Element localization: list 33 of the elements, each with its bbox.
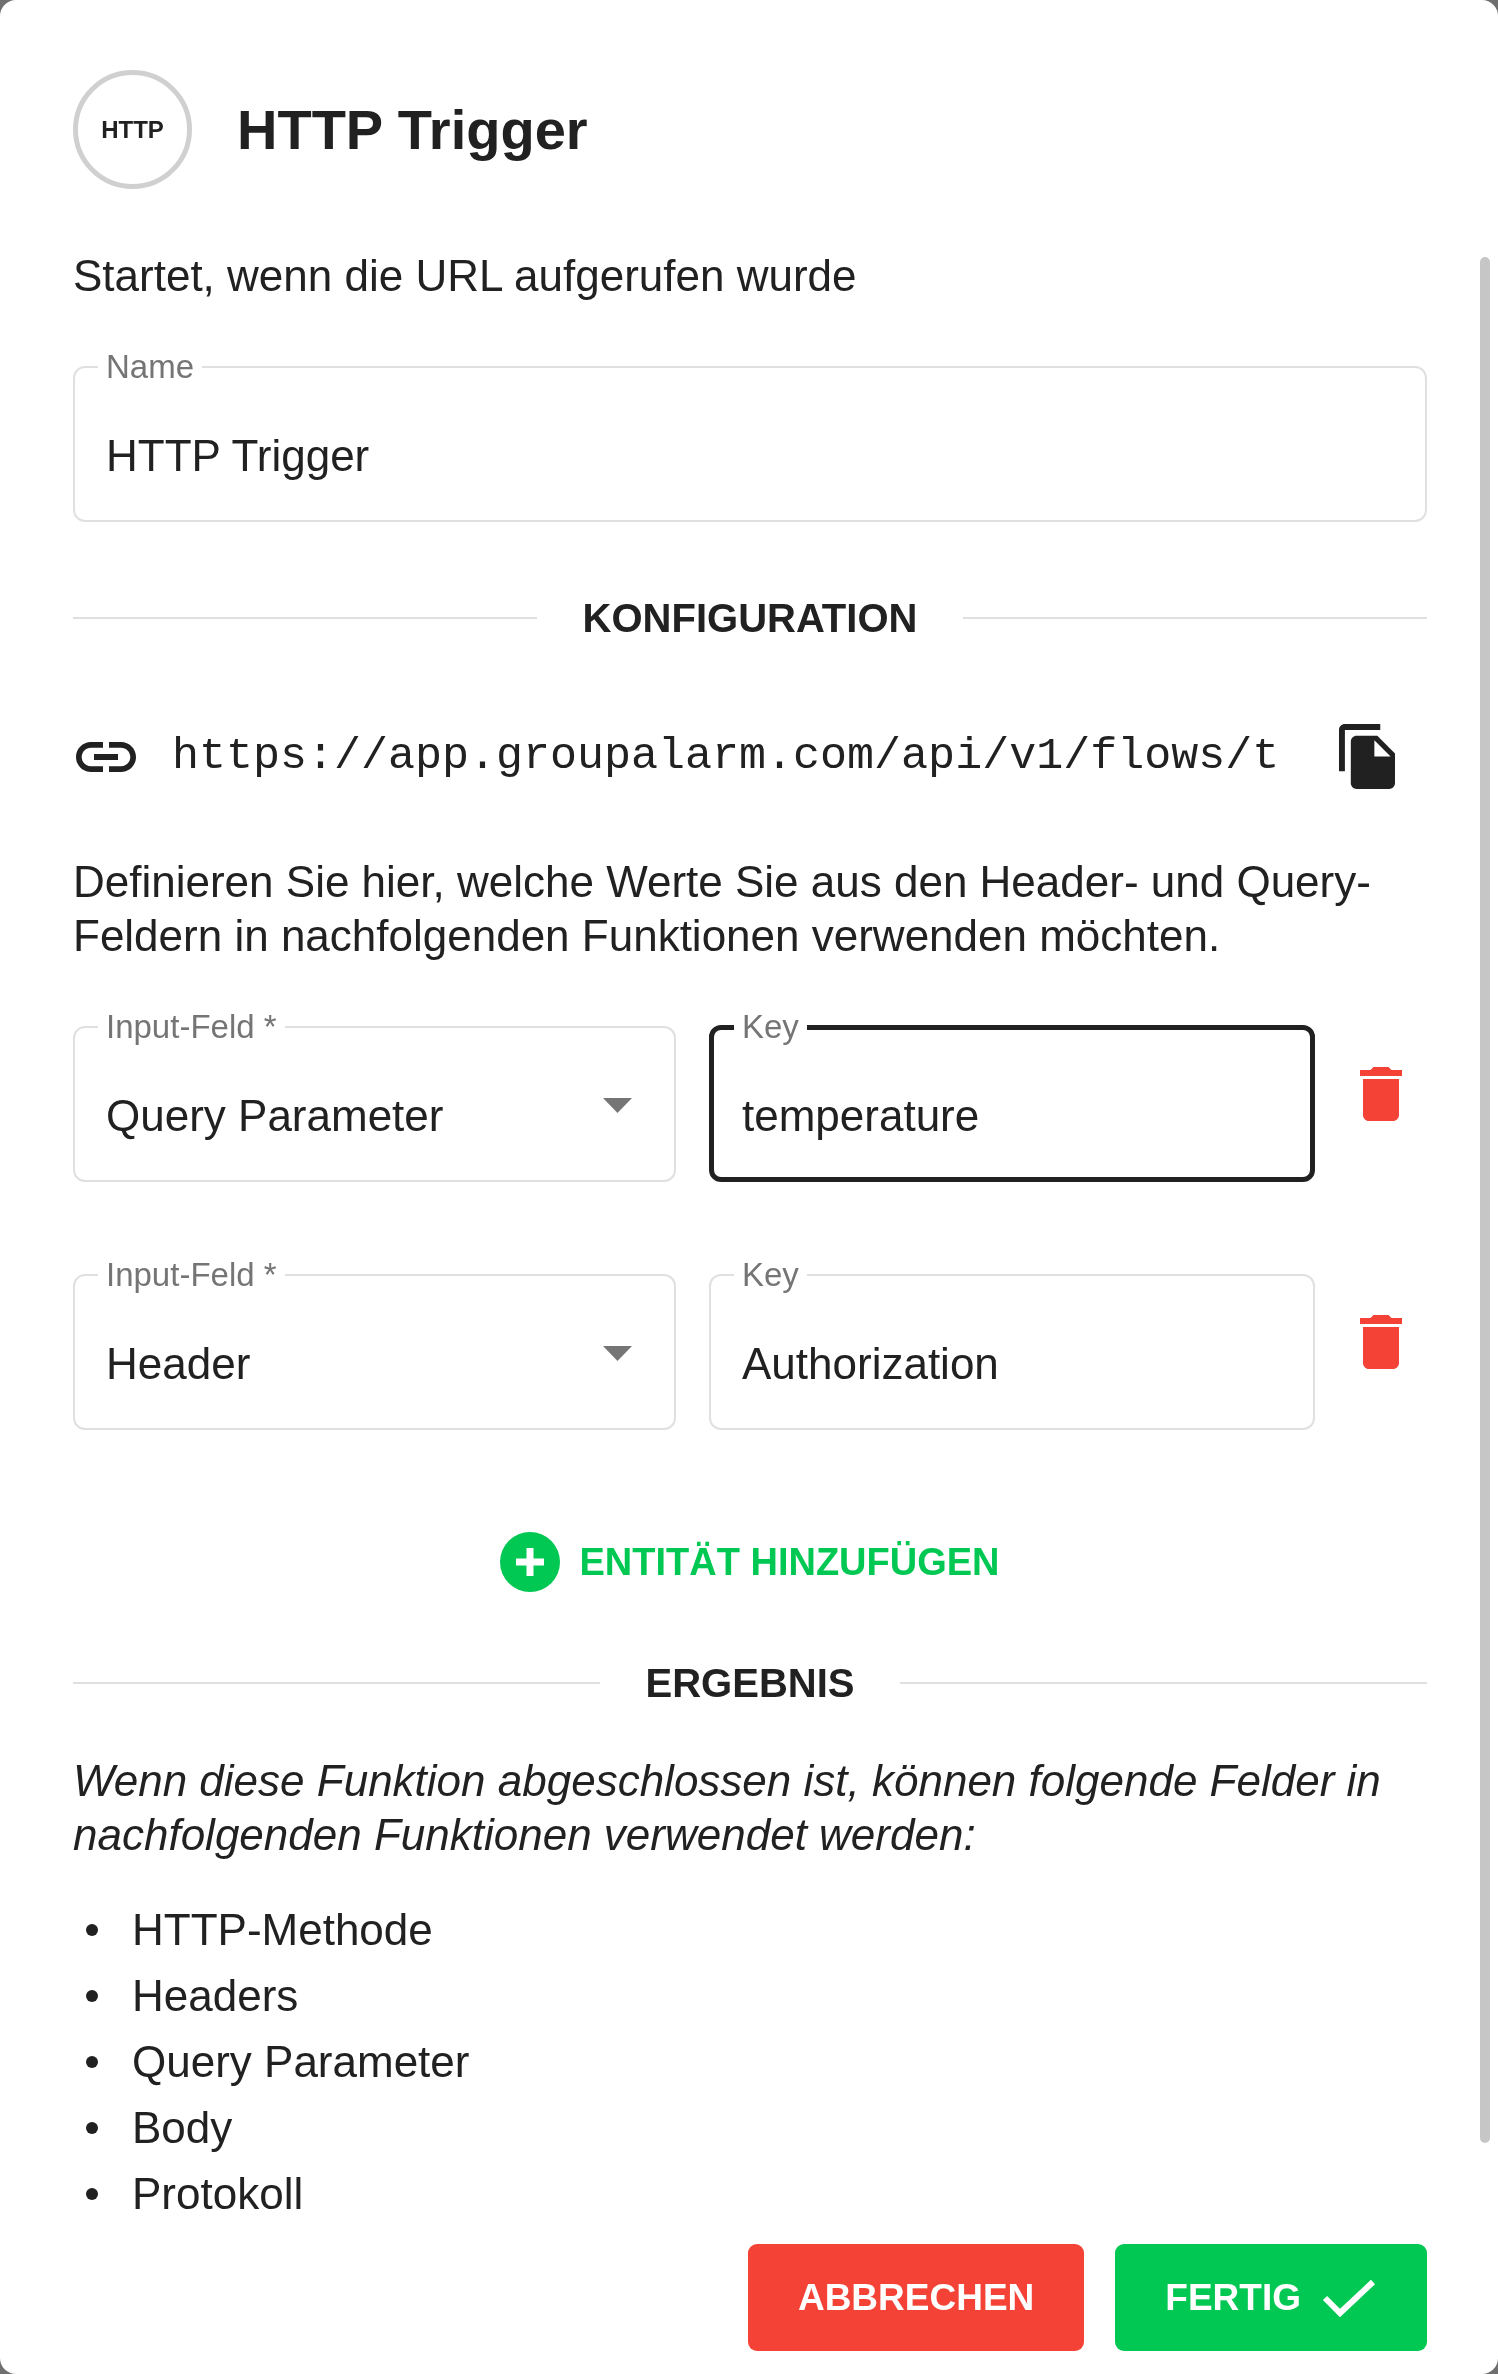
trash-icon[interactable] <box>1360 1315 1402 1369</box>
result-description: Wenn diese Funktion abgeschlossen ist, können folgende Felder in nachfolgenden Funktionen verwendet werden: <box>73 1755 1382 1861</box>
dropdown-caret-icon <box>603 1345 632 1361</box>
dialog-title: HTTP Trigger <box>237 96 588 163</box>
result-field-text: Headers <box>132 1970 299 2022</box>
section-heading: ERGEBNIS <box>645 1660 855 1707</box>
instructions-text: Definieren Sie hier, welche Werte Sie aus den Header- und Query-Feldern in nachfolgenden Funktionen verwenden möchten. <box>73 856 1372 962</box>
link-icon <box>76 741 136 772</box>
plus-circle-icon <box>500 1532 561 1592</box>
checkmark-icon <box>1321 2277 1377 2318</box>
description-text: Startet, wenn die URL aufgerufen wurde <box>73 250 857 302</box>
field-label: Name <box>105 349 196 385</box>
result-field-text: Query Parameter <box>132 2036 470 2088</box>
bullet-icon <box>86 2188 98 2200</box>
bullet-icon <box>86 1990 98 2002</box>
cancel-button[interactable]: ABBRECHEN <box>747 2244 1085 2351</box>
result-field-text: HTTP-Methode <box>132 1904 433 1956</box>
field-label: Key <box>741 1009 800 1045</box>
bullet-icon <box>86 2122 98 2134</box>
url-text: https://app.groupalarm.com/api/v1/flows/t <box>172 729 1280 784</box>
bullet-icon <box>86 1924 98 1936</box>
section-heading: KONFIGURATION <box>582 595 918 642</box>
copy-icon[interactable] <box>1339 724 1395 789</box>
bullet-icon <box>86 2056 98 2068</box>
field-label: Input-Feld * <box>105 1257 278 1293</box>
result-field-text: Protokoll <box>132 2168 304 2220</box>
dropdown-caret-icon <box>603 1097 632 1113</box>
scrollbar-thumb[interactable] <box>1480 257 1490 2143</box>
trash-icon[interactable] <box>1360 1067 1402 1121</box>
field-label: Input-Feld * <box>105 1009 278 1045</box>
result-field-text: Body <box>132 2102 233 2154</box>
http-logo: HTTP <box>73 70 192 189</box>
field-label: Key <box>741 1257 800 1293</box>
